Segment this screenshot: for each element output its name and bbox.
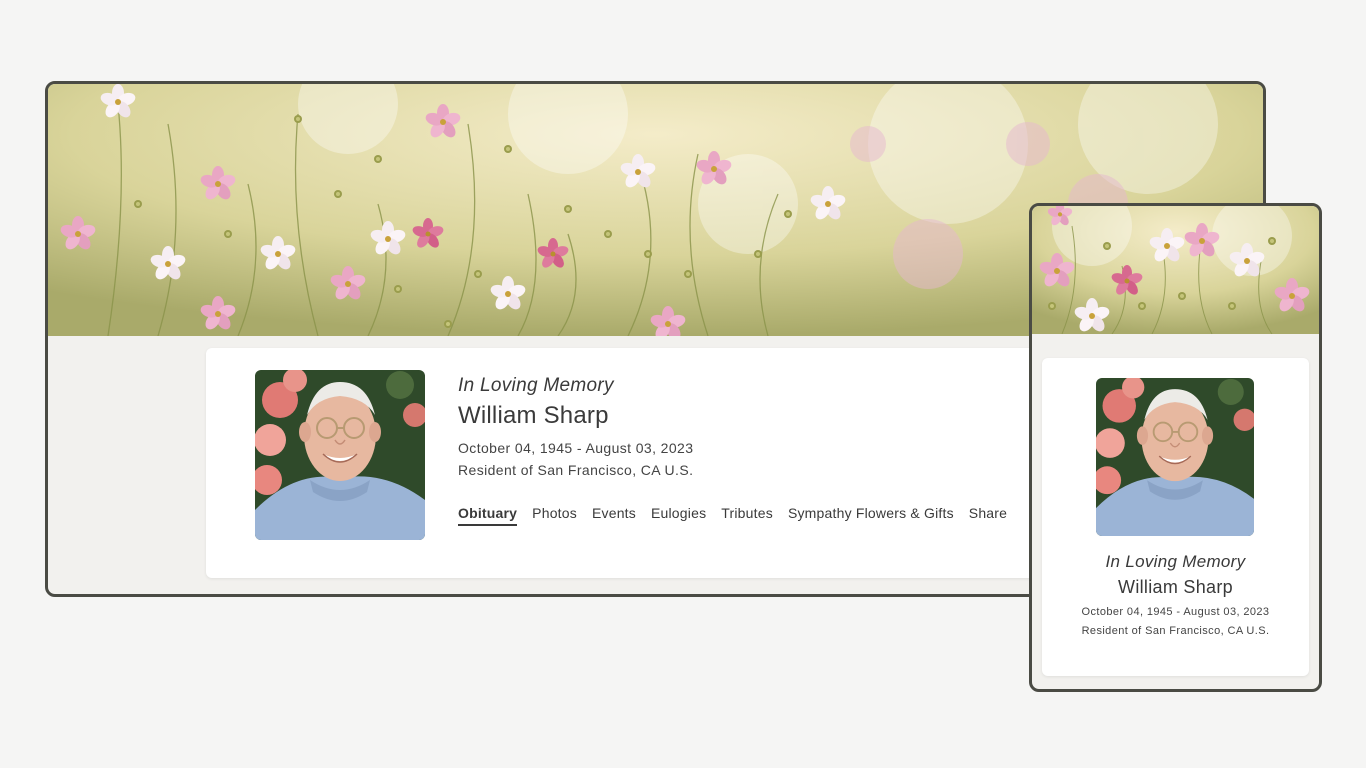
tab-eulogies[interactable]: Eulogies bbox=[651, 505, 706, 526]
tab-tributes[interactable]: Tributes bbox=[721, 505, 773, 526]
memorial-info: In Loving Memory William Sharp October 0… bbox=[458, 375, 693, 478]
mobile-deceased-name: William Sharp bbox=[1118, 577, 1233, 597]
tab-sympathy-flowers-gifts[interactable]: Sympathy Flowers & Gifts bbox=[788, 505, 954, 526]
life-dates: October 04, 1945 - August 03, 2023 bbox=[458, 440, 694, 456]
memorial-nav: Obituary Photos Events Eulogies Tributes… bbox=[458, 505, 1022, 526]
tagline: In Loving Memory bbox=[458, 375, 614, 396]
mobile-preview: In Loving Memory William Sharp October 0… bbox=[1029, 203, 1322, 692]
residence: Resident of San Francisco, CA U.S. bbox=[458, 462, 694, 478]
mobile-memorial-info: In Loving Memory William Sharp October 0… bbox=[1042, 552, 1309, 637]
tab-share[interactable]: Share bbox=[969, 505, 1007, 526]
tab-photos[interactable]: Photos bbox=[532, 505, 577, 526]
mobile-portrait-photo bbox=[1096, 378, 1254, 536]
memorial-card: In Loving Memory William Sharp October 0… bbox=[206, 348, 1086, 578]
mobile-hero-banner-image bbox=[1032, 206, 1319, 334]
mobile-memorial-card: In Loving Memory William Sharp October 0… bbox=[1042, 358, 1309, 676]
tab-events[interactable]: Events bbox=[592, 505, 636, 526]
tab-obituary[interactable]: Obituary bbox=[458, 505, 518, 526]
deceased-name: William Sharp bbox=[458, 402, 609, 429]
mobile-residence: Resident of San Francisco, CA U.S. bbox=[1081, 625, 1270, 637]
mobile-tagline: In Loving Memory bbox=[1105, 552, 1246, 571]
mobile-life-dates: October 04, 1945 - August 03, 2023 bbox=[1081, 606, 1270, 618]
portrait-photo bbox=[255, 370, 425, 540]
